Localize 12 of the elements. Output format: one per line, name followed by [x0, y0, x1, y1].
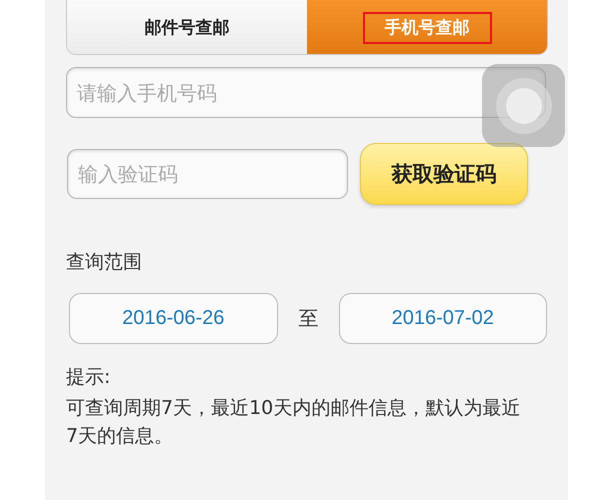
tab[interactable]: 邮件号查邮 [67, 0, 307, 54]
assistive-touch-icon[interactable] [482, 64, 565, 147]
phone-input-field[interactable]: 请输入手机号码 [66, 67, 546, 118]
tab[interactable]: 手机号查邮 [307, 0, 547, 54]
hint-title: 提示: [66, 365, 112, 390]
end-date-field[interactable]: 2016-07-02 [338, 293, 547, 344]
hint-text: 可查询周期7天，最近10天内的邮件信息，默认为最近7天的信息。 [66, 396, 522, 449]
start-date-field[interactable]: 2016-06-26 [69, 293, 278, 344]
get-code-button[interactable]: 获取验证码 [360, 143, 528, 205]
range-label: 查询范围 [66, 250, 143, 275]
code-input-field[interactable]: 输入验证码 [67, 149, 348, 199]
range-separator: 至 [298, 305, 318, 332]
